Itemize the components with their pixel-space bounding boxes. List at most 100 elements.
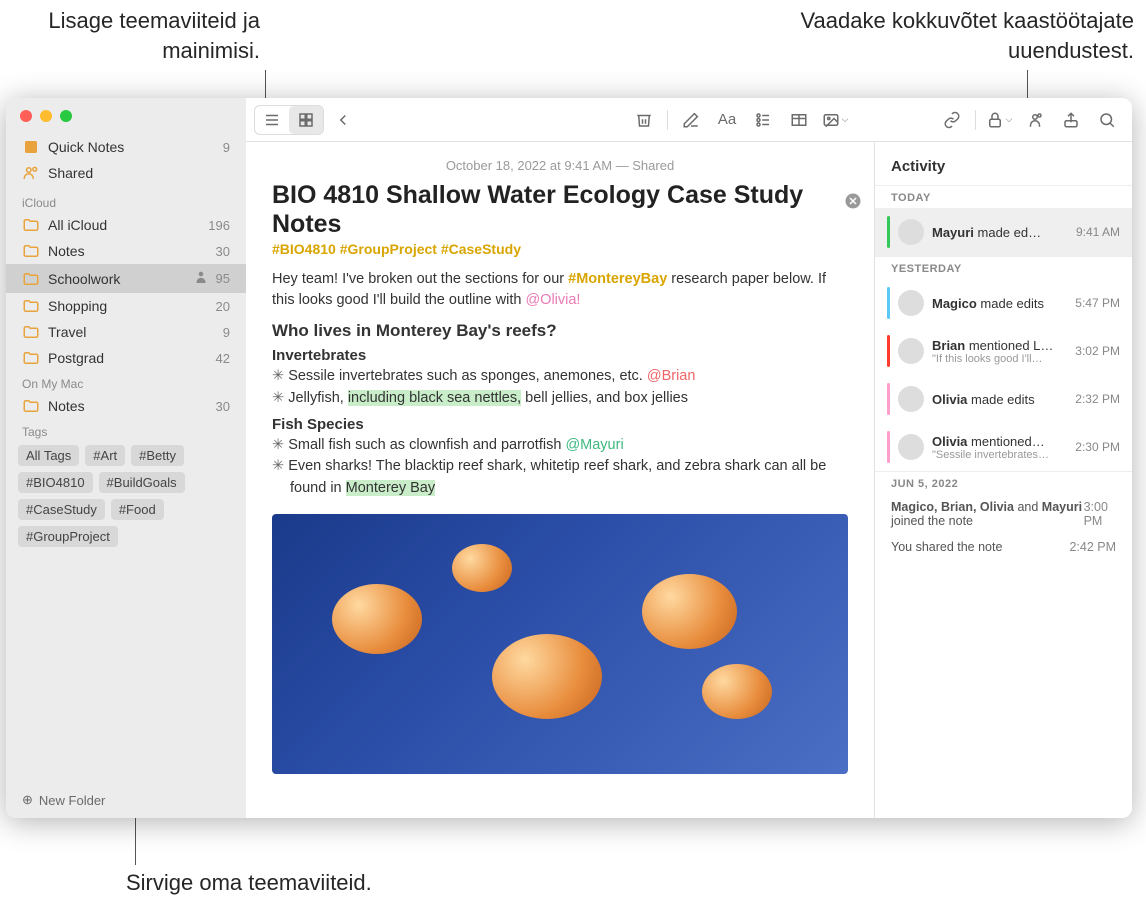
tags-section-header: Tags xyxy=(6,419,246,441)
sidebar-item-notes[interactable]: Notes30 xyxy=(6,238,246,264)
gallery-view-button[interactable] xyxy=(289,106,323,134)
sidebar-item-count: 42 xyxy=(216,351,230,366)
sidebar-item-shopping[interactable]: Shopping20 xyxy=(6,293,246,319)
checklist-button[interactable] xyxy=(746,106,780,134)
sidebar-item-count: 30 xyxy=(216,244,230,259)
sidebar-item-label: All iCloud xyxy=(48,217,208,233)
quick-notes-icon xyxy=(22,138,40,156)
compose-button[interactable] xyxy=(674,106,708,134)
sidebar-item-postgrad[interactable]: Postgrad42 xyxy=(6,345,246,371)
folder-icon xyxy=(22,270,40,288)
sidebar-item-schoolwork[interactable]: Schoolwork95 xyxy=(6,264,246,293)
tag-food[interactable]: #Food xyxy=(111,499,164,520)
sidebar-item-label: Travel xyxy=(48,324,223,340)
activity-text: Brian mentioned L…"If this looks good I'… xyxy=(932,338,1067,365)
sidebar-item-label: Postgrad xyxy=(48,350,216,366)
note-list: Small fish such as clownfish and parrotf… xyxy=(272,435,848,500)
sidebar-item-label: Shopping xyxy=(48,298,216,314)
note-heading: Who lives in Monterey Bay's reefs? xyxy=(272,321,848,341)
share-button[interactable] xyxy=(1054,106,1088,134)
mention[interactable]: @Brian xyxy=(647,368,696,384)
view-mode-group xyxy=(254,105,324,135)
avatar xyxy=(898,338,924,364)
table-button[interactable] xyxy=(782,106,816,134)
sidebar-item-count: 9 xyxy=(223,325,230,340)
new-folder-label: New Folder xyxy=(39,793,105,808)
tag-betty[interactable]: #Betty xyxy=(131,445,184,466)
callout-top-right: Vaadake kokkuvõtet kaastöötajate uuendus… xyxy=(774,6,1134,65)
tag-groupproject[interactable]: #GroupProject xyxy=(18,526,118,547)
activity-item[interactable]: Olivia mentioned…"Sessile invertebrates…… xyxy=(875,423,1132,471)
sidebar-item-label: Notes xyxy=(48,398,216,414)
activity-color-bar xyxy=(887,383,890,415)
note-subheading: Invertebrates xyxy=(272,347,848,364)
highlight: including black sea nettles, xyxy=(348,390,521,406)
format-button[interactable]: Aa xyxy=(710,106,744,134)
callout-bottom-left: Sirvige oma teemaviiteid. xyxy=(126,868,372,898)
tag-all tags[interactable]: All Tags xyxy=(18,445,79,466)
avatar xyxy=(898,290,924,316)
activity-item[interactable]: Brian mentioned L…"If this looks good I'… xyxy=(875,327,1132,375)
sidebar-item-quick-notes[interactable]: Quick Notes9 xyxy=(6,134,246,160)
activity-color-bar xyxy=(887,287,890,319)
activity-item[interactable]: Olivia made edits2:32 PM xyxy=(875,375,1132,423)
activity-date-header: YESTERDAY xyxy=(875,256,1132,279)
sidebar-item-label: Notes xyxy=(48,243,216,259)
search-button[interactable] xyxy=(1090,106,1124,134)
close-activity-icon[interactable] xyxy=(844,192,864,212)
link-button[interactable] xyxy=(935,106,969,134)
note-date: October 18, 2022 at 9:41 AM — Shared xyxy=(272,158,848,173)
sidebar-section-header: iCloud xyxy=(6,190,246,212)
activity-text: Magico made edits xyxy=(932,296,1067,311)
shared-icon xyxy=(192,268,210,289)
fullscreen-window-button[interactable] xyxy=(60,110,72,122)
folder-icon xyxy=(22,323,40,341)
activity-text: Olivia mentioned…"Sessile invertebrates… xyxy=(932,434,1067,461)
activity-item[interactable]: Mayuri made ed…9:41 AM xyxy=(875,208,1132,256)
lock-button[interactable]: ⌵ xyxy=(982,106,1016,134)
mention[interactable]: @Olivia! xyxy=(525,292,580,308)
sidebar-item-all-icloud[interactable]: All iCloud196 xyxy=(6,212,246,238)
plus-circle-icon: ⊕ xyxy=(22,792,33,808)
collaborate-button[interactable] xyxy=(1018,106,1052,134)
tag-art[interactable]: #Art xyxy=(85,445,125,466)
folder-icon xyxy=(22,242,40,260)
folder-icon xyxy=(22,397,40,415)
sidebar-item-travel[interactable]: Travel9 xyxy=(6,319,246,345)
activity-color-bar xyxy=(887,216,890,248)
sidebar-item-count: 9 xyxy=(223,140,230,155)
folder-icon xyxy=(22,349,40,367)
mention[interactable]: @Mayuri xyxy=(565,437,623,453)
activity-panel: Activity TODAYMayuri made ed…9:41 AMYEST… xyxy=(874,142,1132,818)
media-button[interactable]: ⌵ xyxy=(818,106,852,134)
activity-time: 9:41 AM xyxy=(1076,225,1120,239)
activity-title: Activity xyxy=(875,142,1132,185)
note-image xyxy=(272,514,848,774)
close-window-button[interactable] xyxy=(20,110,32,122)
hashtag[interactable]: #MontereyBay xyxy=(568,271,667,287)
note-editor[interactable]: October 18, 2022 at 9:41 AM — Shared BIO… xyxy=(246,142,874,818)
activity-time: 3:02 PM xyxy=(1075,344,1120,358)
activity-color-bar xyxy=(887,335,890,367)
avatar xyxy=(898,434,924,460)
avatar xyxy=(898,219,924,245)
tag-bio4810[interactable]: #BIO4810 xyxy=(18,472,93,493)
note-paragraph: Hey team! I've broken out the sections f… xyxy=(272,269,848,311)
activity-history-item: Magico, Brian, Olivia and Mayuri joined … xyxy=(875,494,1132,534)
activity-date-header: JUN 5, 2022 xyxy=(875,471,1132,494)
tag-buildgoals[interactable]: #BuildGoals xyxy=(99,472,185,493)
trash-button[interactable] xyxy=(627,106,661,134)
new-folder-button[interactable]: ⊕ New Folder xyxy=(6,782,246,818)
list-view-button[interactable] xyxy=(255,106,289,134)
activity-item[interactable]: Magico made edits5:47 PM xyxy=(875,279,1132,327)
back-button[interactable] xyxy=(326,106,360,134)
minimize-window-button[interactable] xyxy=(40,110,52,122)
sidebar-item-notes[interactable]: Notes30 xyxy=(6,393,246,419)
sidebar: Quick Notes9Shared iCloudAll iCloud196No… xyxy=(6,98,246,818)
window-controls xyxy=(6,98,246,130)
folder-icon xyxy=(22,216,40,234)
avatar xyxy=(898,386,924,412)
sidebar-item-shared[interactable]: Shared xyxy=(6,160,246,186)
tag-casestudy[interactable]: #CaseStudy xyxy=(18,499,105,520)
activity-date-header: TODAY xyxy=(875,185,1132,208)
